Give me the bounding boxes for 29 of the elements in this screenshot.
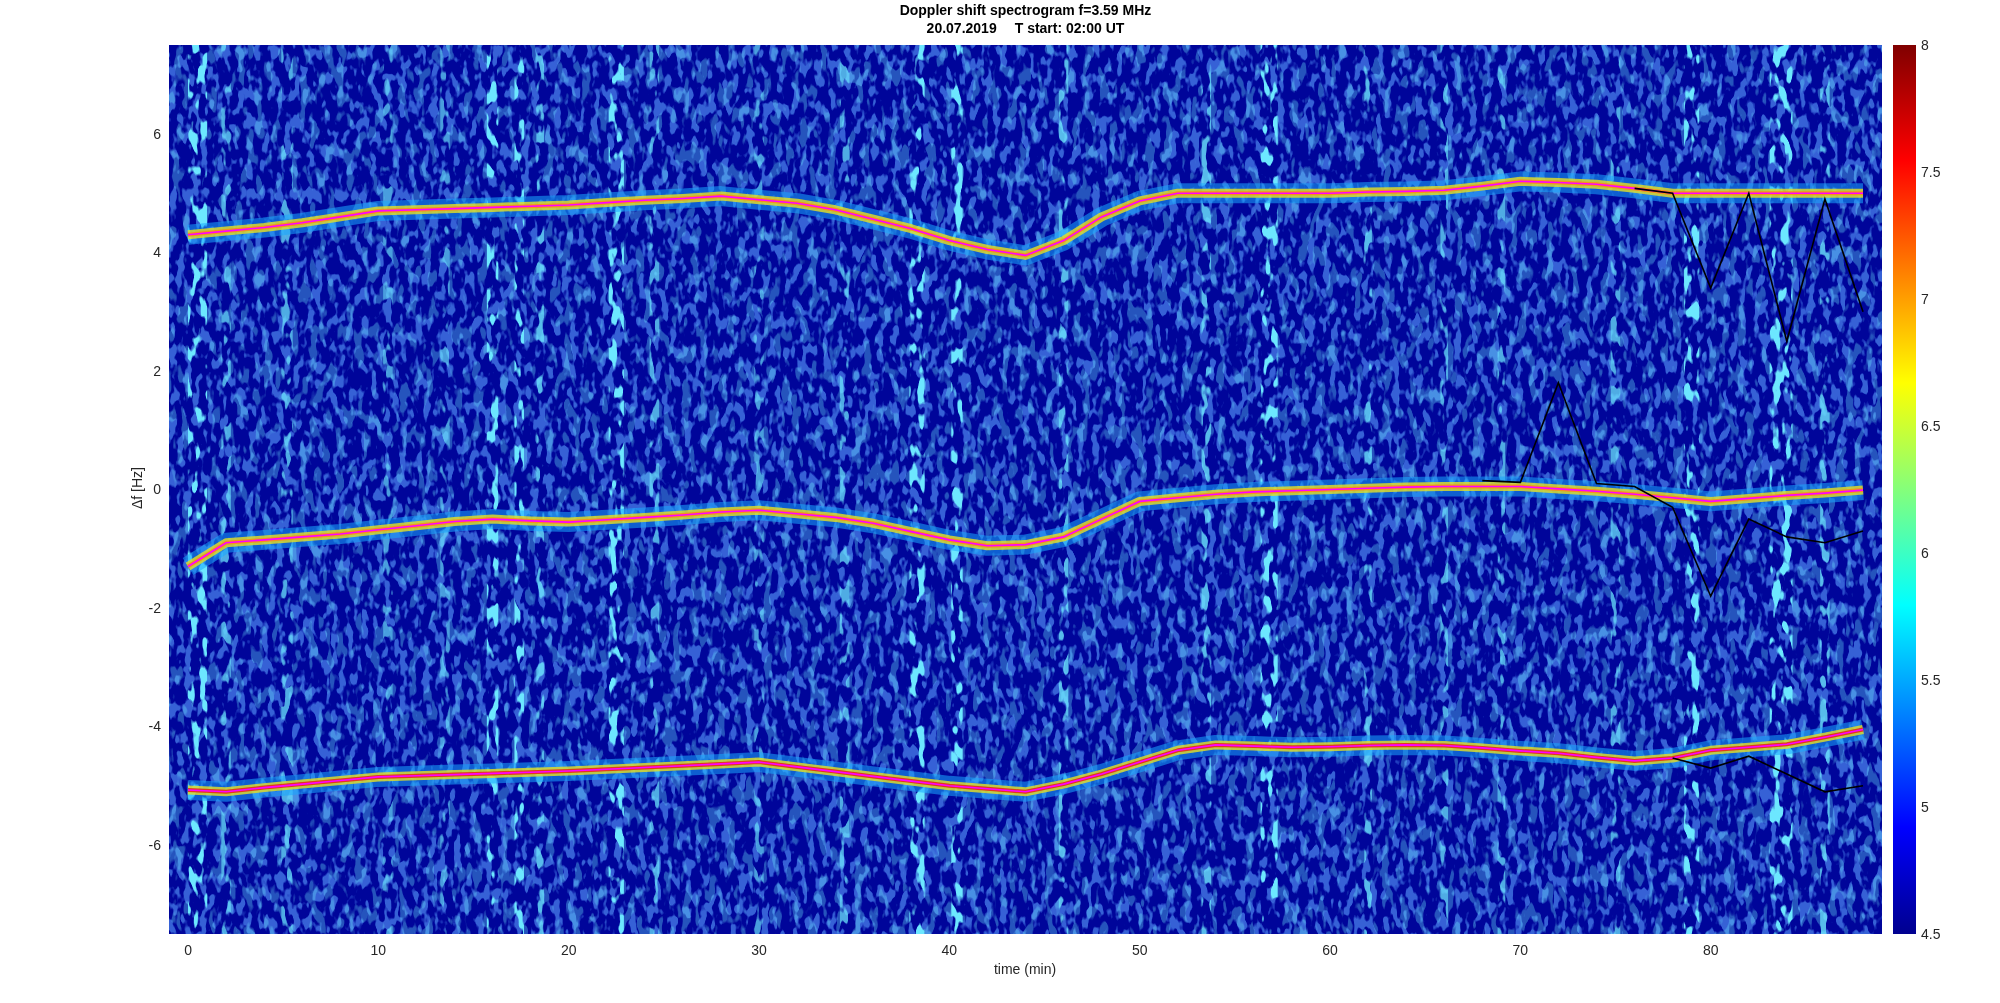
colorbar-tick-label: 5 — [1921, 798, 1929, 815]
x-tick-label: 20 — [560, 942, 577, 958]
x-tick-label: 70 — [1512, 942, 1529, 958]
chart-start-time: T start: 02:00 UT — [1014, 18, 1125, 37]
colorbar-tick-label: 7 — [1921, 290, 1929, 307]
y-tick-label: -2 — [148, 599, 161, 616]
chart-title: Doppler shift spectrogram f=3.59 MHz — [899, 0, 1152, 19]
y-tick-label: 6 — [153, 125, 161, 142]
colorbar-tick-label: 4.5 — [1921, 925, 1941, 942]
x-tick-label: 50 — [1131, 942, 1148, 958]
y-tick-label: 2 — [153, 362, 161, 379]
y-tick-label: 4 — [153, 244, 161, 261]
y-tick-label: 0 — [153, 481, 161, 498]
x-tick-label: 80 — [1702, 942, 1719, 958]
x-tick-label: 0 — [184, 942, 192, 958]
x-tick-label: 60 — [1322, 942, 1338, 958]
colorbar-tick-label: 5.5 — [1921, 671, 1941, 688]
colorbar-tick-label: 8 — [1921, 37, 1929, 53]
x-tick-label: 40 — [941, 942, 958, 958]
x-tick-label: 30 — [751, 942, 767, 958]
x-axis-label: time (min) — [993, 961, 1057, 977]
colorbar-tick-label: 6.5 — [1921, 417, 1941, 434]
colorbar-tick-label: 6 — [1921, 544, 1929, 561]
y-tick-label: -4 — [148, 718, 161, 735]
x-tick-label: 10 — [370, 942, 387, 958]
colorbar-tick-label: 7.5 — [1921, 163, 1941, 180]
y-axis-label: Δf [Hz] — [129, 467, 145, 509]
chart-date: 20.07.2019 — [926, 18, 997, 37]
y-tick-label: -6 — [148, 837, 161, 853]
